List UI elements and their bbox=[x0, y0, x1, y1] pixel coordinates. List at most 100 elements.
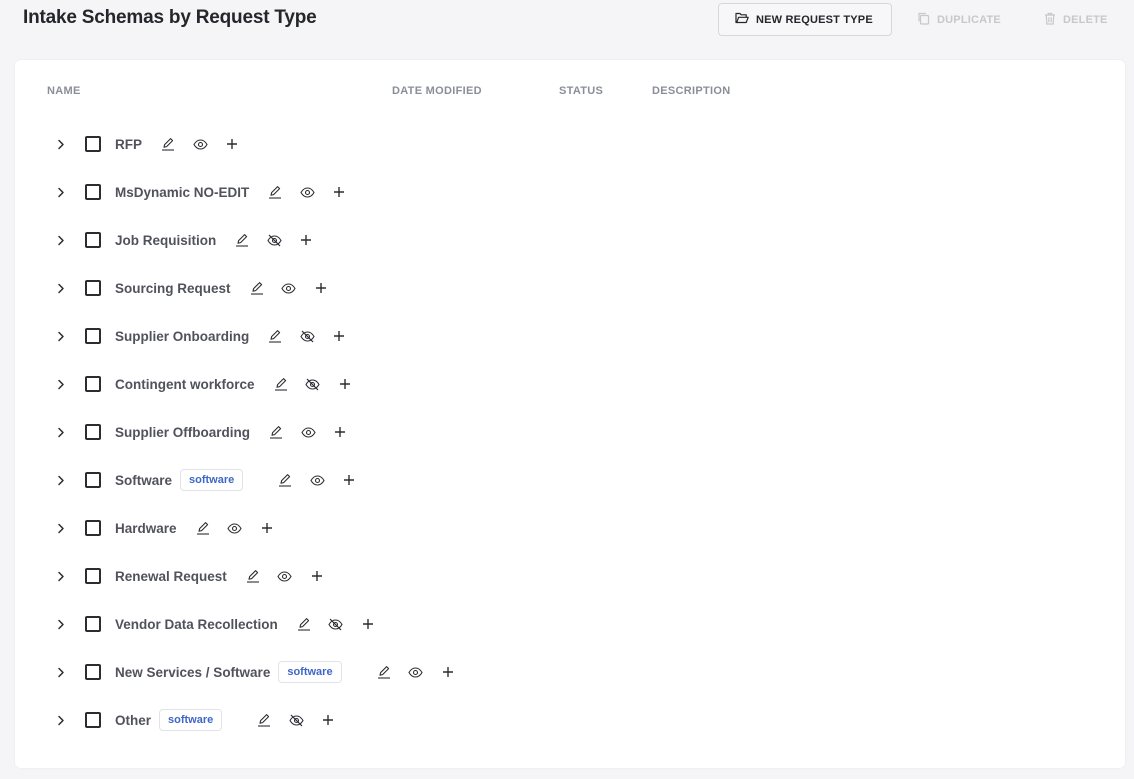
row-checkbox[interactable] bbox=[85, 232, 101, 248]
pencil-icon[interactable] bbox=[256, 712, 272, 728]
table-row[interactable]: Job Requisition bbox=[15, 216, 1125, 264]
request-type-name[interactable]: Other bbox=[115, 713, 151, 728]
table-row[interactable]: Other software bbox=[15, 696, 1125, 744]
chevron-right-icon[interactable] bbox=[54, 185, 68, 199]
request-type-name[interactable]: MsDynamic NO-EDIT bbox=[115, 185, 249, 200]
eye-icon[interactable] bbox=[408, 664, 424, 680]
plus-icon[interactable] bbox=[298, 232, 314, 248]
row-checkbox[interactable] bbox=[85, 616, 101, 632]
request-type-name[interactable]: Hardware bbox=[115, 521, 177, 536]
table-row[interactable]: Supplier Offboarding bbox=[15, 408, 1125, 456]
pencil-icon[interactable] bbox=[268, 424, 284, 440]
column-header-name[interactable]: NAME bbox=[47, 85, 81, 97]
plus-icon[interactable] bbox=[313, 280, 329, 296]
chevron-right-icon[interactable] bbox=[54, 425, 68, 439]
row-checkbox[interactable] bbox=[85, 472, 101, 488]
plus-icon[interactable] bbox=[259, 520, 275, 536]
request-type-name[interactable]: Contingent workforce bbox=[115, 377, 255, 392]
table-row[interactable]: MsDynamic NO-EDIT bbox=[15, 168, 1125, 216]
table-row[interactable]: RFP bbox=[15, 120, 1125, 168]
request-type-name[interactable]: Supplier Offboarding bbox=[115, 425, 250, 440]
chevron-right-icon[interactable] bbox=[54, 521, 68, 535]
plus-icon[interactable] bbox=[331, 184, 347, 200]
pencil-icon[interactable] bbox=[267, 328, 283, 344]
eye-off-icon[interactable] bbox=[299, 328, 315, 344]
eye-off-icon[interactable] bbox=[266, 232, 282, 248]
request-type-name[interactable]: Renewal Request bbox=[115, 569, 227, 584]
request-type-name[interactable]: New Services / Software bbox=[115, 665, 270, 680]
pencil-icon[interactable] bbox=[277, 472, 293, 488]
row-checkbox[interactable] bbox=[85, 424, 101, 440]
request-type-name[interactable]: Job Requisition bbox=[115, 233, 216, 248]
eye-off-icon[interactable] bbox=[305, 376, 321, 392]
plus-icon[interactable] bbox=[440, 664, 456, 680]
chevron-right-icon[interactable] bbox=[54, 569, 68, 583]
table-row[interactable]: Hardware bbox=[15, 504, 1125, 552]
table-row[interactable]: Sourcing Request bbox=[15, 264, 1125, 312]
eye-icon[interactable] bbox=[300, 424, 316, 440]
plus-icon[interactable] bbox=[337, 376, 353, 392]
table-row[interactable]: Software software bbox=[15, 456, 1125, 504]
row-checkbox[interactable] bbox=[85, 664, 101, 680]
row-checkbox[interactable] bbox=[85, 328, 101, 344]
pencil-icon[interactable] bbox=[267, 184, 283, 200]
eye-icon[interactable] bbox=[281, 280, 297, 296]
row-checkbox[interactable] bbox=[85, 184, 101, 200]
plus-icon[interactable] bbox=[309, 568, 325, 584]
row-checkbox[interactable] bbox=[85, 568, 101, 584]
pencil-icon[interactable] bbox=[249, 280, 265, 296]
chevron-right-icon[interactable] bbox=[54, 137, 68, 151]
chevron-right-icon[interactable] bbox=[54, 617, 68, 631]
row-checkbox[interactable] bbox=[85, 520, 101, 536]
row-actions bbox=[160, 136, 240, 152]
row-checkbox[interactable] bbox=[85, 712, 101, 728]
plus-icon[interactable] bbox=[320, 712, 336, 728]
chevron-right-icon[interactable] bbox=[54, 233, 68, 247]
eye-icon[interactable] bbox=[227, 520, 243, 536]
duplicate-button[interactable]: DUPLICATE bbox=[917, 3, 1001, 36]
eye-icon[interactable] bbox=[299, 184, 315, 200]
eye-icon[interactable] bbox=[277, 568, 293, 584]
delete-button[interactable]: DELETE bbox=[1044, 3, 1108, 36]
request-type-name[interactable]: Sourcing Request bbox=[115, 281, 231, 296]
chevron-right-icon[interactable] bbox=[54, 281, 68, 295]
plus-icon[interactable] bbox=[360, 616, 376, 632]
row-actions bbox=[267, 328, 347, 344]
request-type-name[interactable]: Vendor Data Recollection bbox=[115, 617, 278, 632]
eye-off-icon[interactable] bbox=[288, 712, 304, 728]
row-checkbox[interactable] bbox=[85, 376, 101, 392]
table-row[interactable]: Vendor Data Recollection bbox=[15, 600, 1125, 648]
table-row[interactable]: Supplier Onboarding bbox=[15, 312, 1125, 360]
request-type-name[interactable]: Supplier Onboarding bbox=[115, 329, 249, 344]
chevron-right-icon[interactable] bbox=[54, 713, 68, 727]
eye-icon[interactable] bbox=[192, 136, 208, 152]
plus-icon[interactable] bbox=[332, 424, 348, 440]
pencil-icon[interactable] bbox=[245, 568, 261, 584]
chevron-right-icon[interactable] bbox=[54, 329, 68, 343]
pencil-icon[interactable] bbox=[195, 520, 211, 536]
table-row[interactable]: New Services / Software software bbox=[15, 648, 1125, 696]
plus-icon[interactable] bbox=[224, 136, 240, 152]
row-checkbox[interactable] bbox=[85, 280, 101, 296]
request-type-name[interactable]: RFP bbox=[115, 137, 142, 152]
column-header-description[interactable]: DESCRIPTION bbox=[652, 85, 730, 97]
chevron-right-icon[interactable] bbox=[54, 377, 68, 391]
table-row[interactable]: Contingent workforce bbox=[15, 360, 1125, 408]
request-type-name[interactable]: Software bbox=[115, 473, 172, 488]
pencil-icon[interactable] bbox=[273, 376, 289, 392]
chevron-right-icon[interactable] bbox=[54, 473, 68, 487]
column-header-date-modified[interactable]: DATE MODIFIED bbox=[392, 85, 482, 97]
column-header-status[interactable]: STATUS bbox=[559, 85, 603, 97]
eye-off-icon[interactable] bbox=[328, 616, 344, 632]
plus-icon[interactable] bbox=[331, 328, 347, 344]
eye-icon[interactable] bbox=[309, 472, 325, 488]
row-checkbox[interactable] bbox=[85, 136, 101, 152]
new-request-type-button[interactable]: NEW REQUEST TYPE bbox=[718, 3, 892, 36]
pencil-icon[interactable] bbox=[234, 232, 250, 248]
pencil-icon[interactable] bbox=[376, 664, 392, 680]
pencil-icon[interactable] bbox=[296, 616, 312, 632]
plus-icon[interactable] bbox=[341, 472, 357, 488]
table-row[interactable]: Renewal Request bbox=[15, 552, 1125, 600]
chevron-right-icon[interactable] bbox=[54, 665, 68, 679]
pencil-icon[interactable] bbox=[160, 136, 176, 152]
